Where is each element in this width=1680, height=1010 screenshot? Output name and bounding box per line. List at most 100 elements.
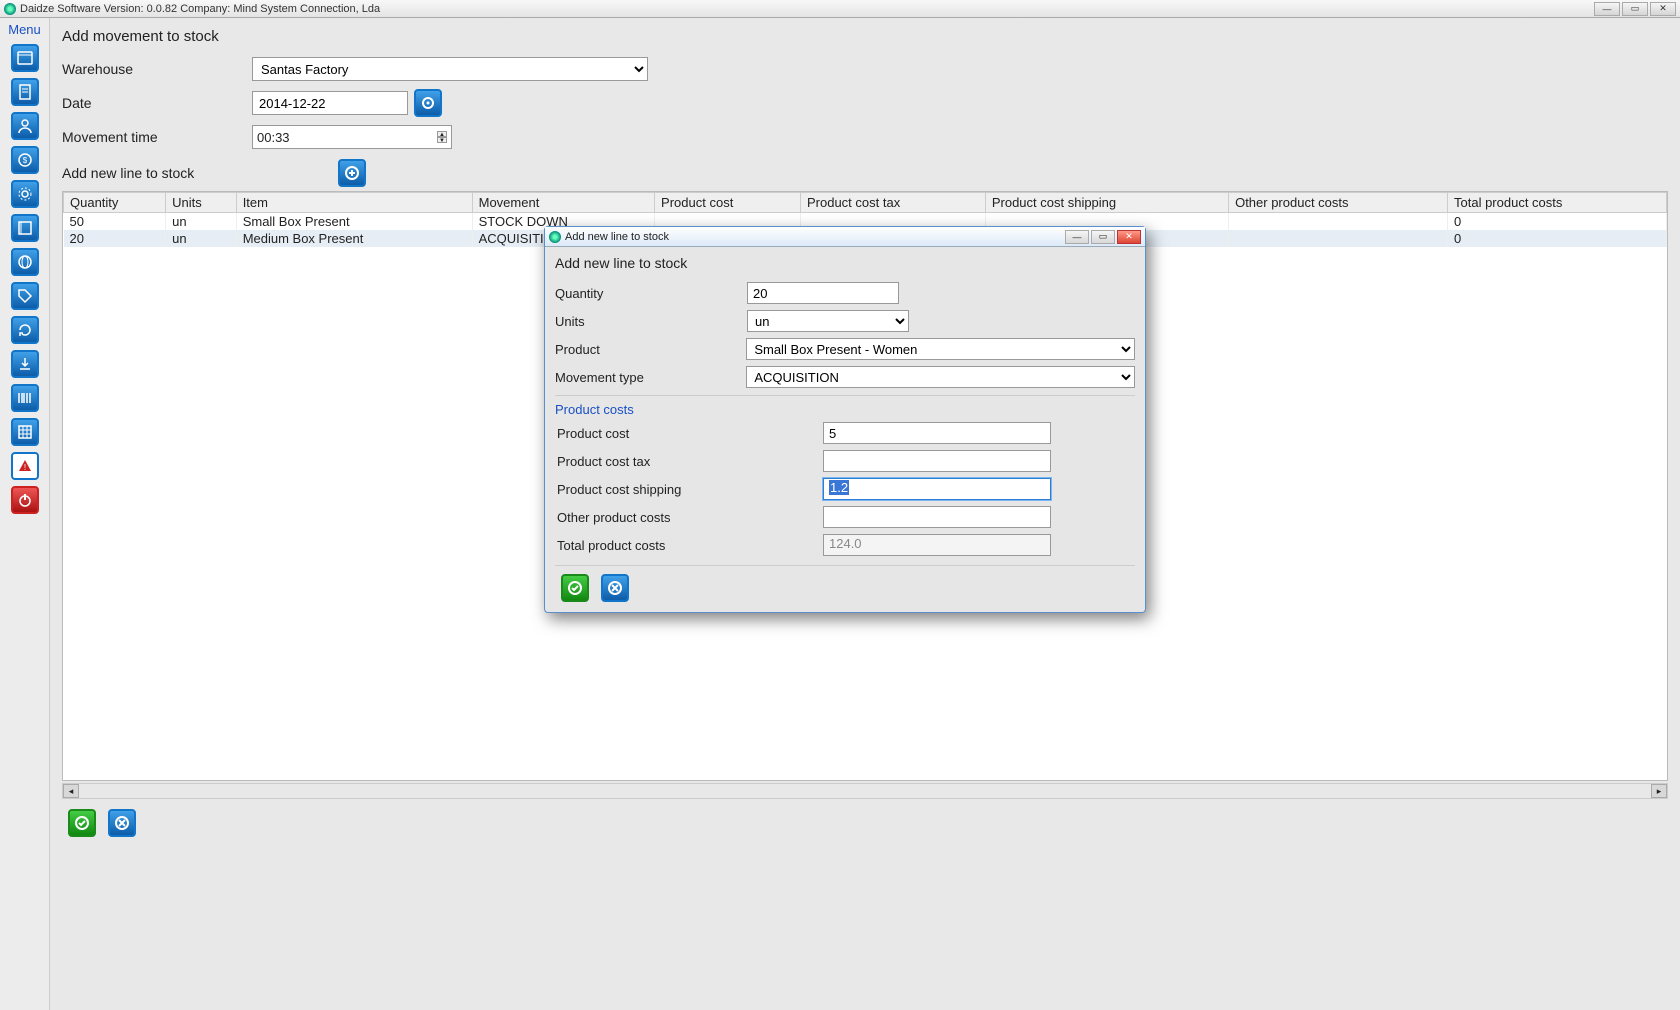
time-value: 00:33 [257,130,290,145]
col-product-cost-shipping[interactable]: Product cost shipping [985,193,1228,213]
time-down[interactable]: ▼ [437,137,447,143]
pcost-label: Product cost [555,426,823,441]
close-window-button[interactable]: ✕ [1650,2,1676,16]
pcost-input[interactable] [823,422,1051,444]
dialog-app-icon [549,231,561,243]
ptax-input[interactable] [823,450,1051,472]
check-icon [567,580,583,596]
calendar-icon [17,50,33,66]
confirm-button[interactable] [68,809,96,837]
sidebar: Menu $ ! [0,18,50,1010]
sidebar-download[interactable] [11,350,39,378]
time-label: Movement time [62,129,252,145]
sidebar-settings[interactable] [11,180,39,208]
dialog-maximize[interactable]: ▭ [1091,230,1115,244]
menu-label: Menu [8,22,41,37]
table-header-row: Quantity Units Item Movement Product cos… [64,193,1667,213]
money-icon: $ [17,152,33,168]
globe-icon [17,254,33,270]
maximize-button[interactable]: ▭ [1622,2,1648,16]
power-icon [17,492,33,508]
addline-label: Add new line to stock [62,165,332,181]
date-input[interactable] [252,91,408,115]
sidebar-grid[interactable] [11,418,39,446]
col-quantity[interactable]: Quantity [64,193,166,213]
movetype-label: Movement type [555,370,746,385]
warehouse-select[interactable]: Santas Factory [252,57,648,81]
add-line-dialog: Add new line to stock — ▭ ✕ Add new line… [544,226,1146,613]
col-other-costs[interactable]: Other product costs [1229,193,1448,213]
dialog-heading: Add new line to stock [555,255,1135,271]
product-select[interactable]: Small Box Present - Women [746,338,1135,360]
pship-input[interactable]: 1.2 [823,478,1051,500]
qty-label: Quantity [555,286,747,301]
pother-input[interactable] [823,506,1051,528]
costs-section-label: Product costs [555,395,1135,417]
minimize-button[interactable]: — [1594,2,1620,16]
qty-input[interactable] [747,282,899,304]
barcode-icon [17,390,33,406]
sidebar-warning[interactable]: ! [11,452,39,480]
sidebar-users[interactable] [11,112,39,140]
cancel-icon [114,815,130,831]
dialog-cancel-button[interactable] [601,574,629,602]
sidebar-power[interactable] [11,486,39,514]
dialog-titlebar[interactable]: Add new line to stock — ▭ ✕ [545,227,1145,247]
dialog-minimize[interactable]: — [1065,230,1089,244]
sidebar-calendar[interactable] [11,44,39,72]
svg-text:$: $ [22,156,27,165]
pother-label: Other product costs [555,510,823,525]
col-movement[interactable]: Movement [472,193,654,213]
dialog-title: Add new line to stock [565,231,1065,243]
document-icon [17,84,33,100]
add-line-button[interactable] [338,159,366,187]
cancel-button[interactable] [108,809,136,837]
download-icon [17,356,33,372]
app-icon [4,3,16,15]
settings-icon [17,186,33,202]
units-select[interactable]: un [747,310,909,332]
scroll-right[interactable]: ▸ [1651,784,1667,798]
sidebar-globe[interactable] [11,248,39,276]
check-icon [74,815,90,831]
calendar-picker-icon [420,95,436,111]
dialog-close[interactable]: ✕ [1117,230,1141,244]
pship-label: Product cost shipping [555,482,823,497]
product-label: Product [555,342,746,357]
sidebar-money[interactable]: $ [11,146,39,174]
ptax-label: Product cost tax [555,454,823,469]
page-title: Add movement to stock [62,28,1668,45]
tag-icon [17,288,33,304]
sidebar-refresh[interactable] [11,316,39,344]
grid-icon [17,424,33,440]
time-input[interactable]: 00:33 ▲▼ [252,125,452,149]
plus-icon [344,165,360,181]
svg-text:!: ! [23,463,25,472]
units-label: Units [555,314,747,329]
scroll-left[interactable]: ◂ [63,784,79,798]
ptotal-label: Total product costs [555,538,823,553]
sidebar-tag[interactable] [11,282,39,310]
main-panel: Add movement to stock Warehouse Santas F… [50,18,1680,1010]
cancel-icon [607,580,623,596]
col-product-cost[interactable]: Product cost [655,193,801,213]
date-picker-button[interactable] [414,89,442,117]
window-titlebar: Daidze Software Version: 0.0.82 Company:… [0,0,1680,18]
window-title: Daidze Software Version: 0.0.82 Company:… [20,3,1594,15]
ptotal-display: 124.0 [823,534,1051,556]
col-units[interactable]: Units [166,193,237,213]
col-total-costs[interactable]: Total product costs [1448,193,1667,213]
horizontal-scrollbar[interactable]: ◂▸ [62,783,1668,799]
dialog-confirm-button[interactable] [561,574,589,602]
movetype-select[interactable]: ACQUISITION [746,366,1135,388]
col-product-cost-tax[interactable]: Product cost tax [800,193,985,213]
warehouse-label: Warehouse [62,61,252,77]
date-label: Date [62,95,252,111]
sidebar-address[interactable] [11,214,39,242]
sidebar-document[interactable] [11,78,39,106]
users-icon [17,118,33,134]
sidebar-barcode[interactable] [11,384,39,412]
col-item[interactable]: Item [236,193,472,213]
warning-icon: ! [17,458,33,474]
refresh-icon [17,322,33,338]
